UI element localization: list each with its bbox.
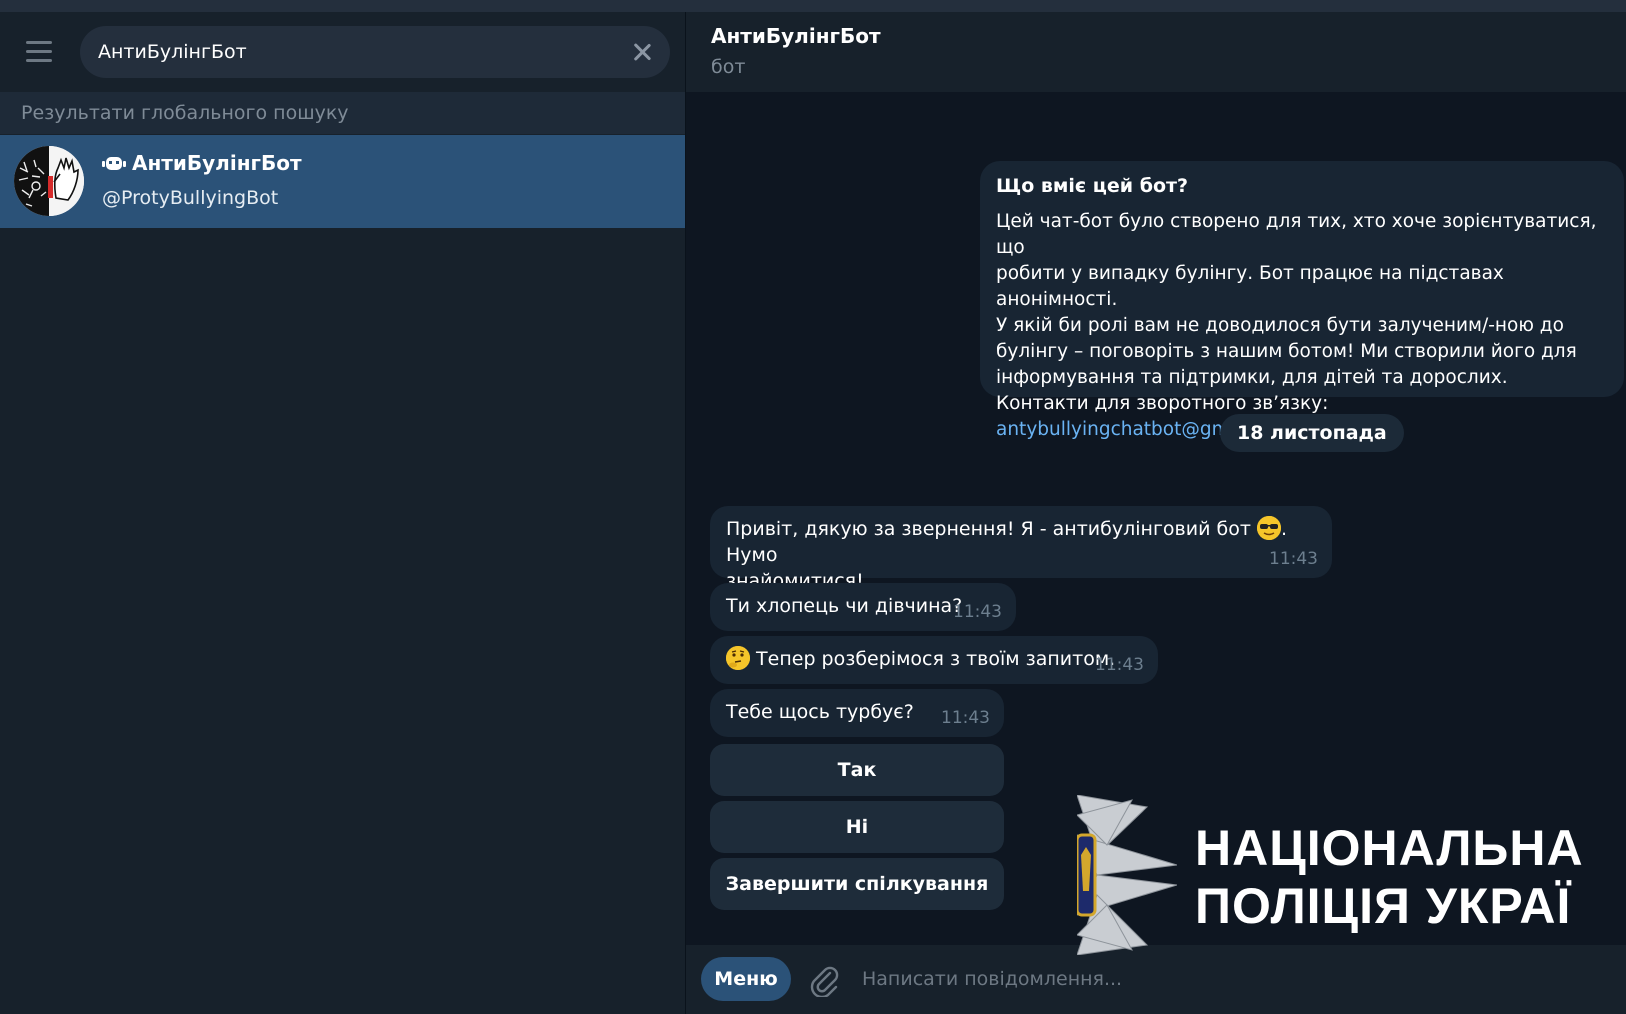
message-text-part: Привіт, дякую за звернення! Я - антибулі… xyxy=(726,518,1257,540)
message-text: Тепер розберімося з твоїм запитом. xyxy=(726,646,1116,670)
police-star-logo xyxy=(1077,795,1177,955)
reply-button-no[interactable]: Ні xyxy=(710,801,1004,853)
result-handle: @ProtyBullyingBot xyxy=(102,187,279,209)
bot-intro-bubble: Що вміє цей бот? Цей чат-бот було створе… xyxy=(980,161,1624,440)
search-box xyxy=(80,26,670,78)
national-police-watermark: НАЦІОНАЛЬНА ПОЛІЦІЯ УКРАЇ xyxy=(1077,795,1626,955)
avatar xyxy=(14,146,84,216)
message-bubble: Тепер розберімося з твоїм запитом. 11:43 xyxy=(710,636,1158,684)
window-top-strip xyxy=(0,0,1626,12)
bot-menu-button[interactable]: Меню xyxy=(701,957,791,1001)
result-name-label: АнтиБулінгБот xyxy=(132,151,302,175)
paperclip-icon[interactable] xyxy=(808,963,840,999)
watermark-text: НАЦІОНАЛЬНА ПОЛІЦІЯ УКРАЇ xyxy=(1195,819,1584,935)
message-time: 11:43 xyxy=(953,602,1002,622)
message-text: Тебе щось турбує? xyxy=(726,701,914,723)
watermark-line-2: ПОЛІЦІЯ УКРАЇ xyxy=(1195,878,1572,934)
message-input[interactable] xyxy=(862,957,1602,1001)
intro-body: Цей чат-бот було створено для тих, хто х… xyxy=(996,209,1608,443)
intro-body-text: Цей чат-бот було створено для тих, хто х… xyxy=(996,211,1597,414)
search-result-item[interactable]: АнтиБулінгБот @ProtyBullyingBot xyxy=(0,135,685,228)
message-bubble: Привіт, дякую за звернення! Я - антибулі… xyxy=(710,506,1332,592)
message-composer: Меню xyxy=(686,945,1626,1014)
left-panel: Результати глобального пошуку xyxy=(0,12,685,1014)
message-bubble: Ти хлопець чи дівчина? 11:43 xyxy=(710,583,1016,631)
search-input[interactable] xyxy=(98,26,618,78)
message-time: 11:43 xyxy=(1269,549,1318,569)
bot-icon xyxy=(102,157,126,170)
close-icon[interactable] xyxy=(628,38,656,66)
chat-title: АнтиБулінгБот xyxy=(711,24,881,48)
thinking-emoji-icon xyxy=(726,646,750,670)
chat-status: бот xyxy=(711,56,746,78)
message-text: Привіт, дякую за звернення! Я - антибулі… xyxy=(726,516,1287,592)
message-bubble: Тебе щось турбує? 11:43 xyxy=(710,689,1004,737)
hamburger-menu-icon[interactable] xyxy=(22,38,56,64)
message-time: 11:43 xyxy=(941,708,990,728)
reply-button-yes[interactable]: Так xyxy=(710,744,1004,796)
reply-button-end-conversation[interactable]: Завершити спілкування xyxy=(710,858,1004,910)
left-header xyxy=(0,12,685,92)
intro-title: Що вміє цей бот? xyxy=(996,175,1189,197)
sunglasses-emoji-icon xyxy=(1256,516,1281,540)
message-text: Ти хлопець чи дівчина? xyxy=(726,595,963,617)
chat-header[interactable]: АнтиБулінгБот бот xyxy=(686,12,1626,92)
date-separator: 18 листопада xyxy=(1220,414,1404,452)
watermark-line-1: НАЦІОНАЛЬНА xyxy=(1195,820,1584,876)
result-name: АнтиБулінгБот xyxy=(102,151,302,175)
message-text-part: Тепер розберімося з твоїм запитом. xyxy=(750,648,1116,670)
message-time: 11:43 xyxy=(1095,655,1144,675)
global-search-results-label: Результати глобального пошуку xyxy=(0,92,685,134)
